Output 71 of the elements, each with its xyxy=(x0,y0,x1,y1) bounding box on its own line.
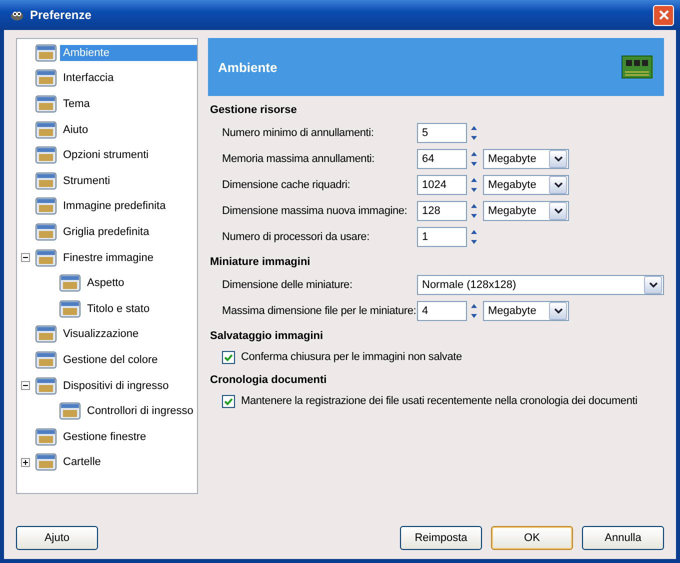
window-icon xyxy=(35,376,57,396)
expander-icon[interactable] xyxy=(21,253,30,262)
field-label: Massima dimensione file per le miniature: xyxy=(222,305,417,317)
number-field[interactable]: 5 xyxy=(417,123,467,143)
section-heading: Cronologia documenti xyxy=(210,374,328,386)
section-heading: Salvataggio immagini xyxy=(210,330,324,342)
tree-item[interactable]: Tema xyxy=(60,96,93,112)
window-icon xyxy=(59,401,81,422)
close-icon xyxy=(658,9,670,21)
tree-item[interactable]: Gestione finestre xyxy=(60,428,150,445)
window-icon xyxy=(35,68,57,88)
checkbox[interactable] xyxy=(222,394,235,408)
section-heading: Miniature immagini xyxy=(210,256,312,268)
field-label: Memoria massima annullamenti: xyxy=(222,153,376,165)
field-label: Numero di processori da usare: xyxy=(222,231,370,243)
window-icon xyxy=(35,248,57,268)
field-label: Numero minimo di annullamenti: xyxy=(222,127,375,139)
close-button[interactable] xyxy=(653,4,674,26)
checkbox-label: Conferma chiusura per le immagini non salvate xyxy=(241,351,462,363)
dialog-button[interactable]: Reimposta xyxy=(400,526,482,550)
tree-item[interactable]: Finestre immagine xyxy=(60,250,156,266)
expander-icon[interactable] xyxy=(21,381,30,390)
field-label: Dimensione massima nuova immagine: xyxy=(222,205,408,217)
field-label: Dimensione cache riquadri: xyxy=(222,179,352,191)
app-icon xyxy=(8,9,24,21)
window-icon xyxy=(35,452,57,472)
number-field[interactable]: 64 xyxy=(417,149,467,169)
help-button[interactable]: Ajuto xyxy=(16,526,98,550)
window-icon xyxy=(35,196,57,216)
tree-item[interactable]: Controllori di ingresso xyxy=(84,403,196,420)
window-icon xyxy=(35,426,57,447)
tree-item[interactable]: Aspetto xyxy=(84,275,128,292)
tree-item[interactable]: Interfaccia xyxy=(60,70,117,86)
dialog-button[interactable]: Annulla xyxy=(582,526,664,550)
tree-item[interactable]: Visualizzazione xyxy=(60,326,142,342)
tree-item[interactable]: Immagine predefinita xyxy=(60,198,169,214)
number-field[interactable]: 4 xyxy=(417,301,467,321)
size-dropdown[interactable]: Normale (128x128) xyxy=(417,275,664,295)
tree-item[interactable]: Griglia predefinita xyxy=(60,224,152,240)
number-field[interactable]: 1 xyxy=(417,227,467,247)
tree-item[interactable]: Aiuto xyxy=(60,122,92,138)
section-heading: Gestione risorse xyxy=(210,104,298,116)
window-icon xyxy=(35,94,57,114)
field-label: Dimensione delle miniature: xyxy=(222,279,354,291)
tree-item[interactable]: Gestione del colore xyxy=(60,352,161,368)
page-title: Ambiente xyxy=(218,60,278,74)
unit-dropdown[interactable]: Megabyte xyxy=(483,201,569,221)
window-icon xyxy=(35,222,57,242)
dialog-button[interactable]: OK xyxy=(491,526,573,550)
tree-item[interactable]: Cartelle xyxy=(60,454,104,470)
window-icon xyxy=(35,170,57,191)
window-icon xyxy=(59,298,81,319)
window-title: Preferenze xyxy=(30,8,92,22)
tree-item[interactable]: Opzioni strumenti xyxy=(60,147,152,164)
window-icon xyxy=(35,120,57,140)
window-icon xyxy=(35,145,57,166)
checkbox[interactable] xyxy=(222,350,235,364)
expander-icon[interactable] xyxy=(21,458,30,467)
unit-dropdown[interactable]: Megabyte xyxy=(483,301,569,321)
tree-item[interactable]: Strumenti xyxy=(60,172,114,189)
window-icon xyxy=(35,42,57,63)
unit-dropdown[interactable]: Megabyte xyxy=(483,149,569,169)
number-field[interactable]: 128 xyxy=(417,201,467,221)
tree-item[interactable]: Titolo e stato xyxy=(84,300,153,317)
unit-dropdown[interactable]: Megabyte xyxy=(483,175,569,195)
tree-item[interactable]: Dispositivi di ingresso xyxy=(60,378,172,394)
checkbox-label: Mantenere la registrazione dei file usati recentemente nella cronologia dei documenti xyxy=(241,395,638,407)
number-field[interactable]: 1024 xyxy=(417,175,467,195)
window-icon xyxy=(59,273,81,294)
window-icon xyxy=(35,350,57,370)
window-icon xyxy=(35,324,57,344)
